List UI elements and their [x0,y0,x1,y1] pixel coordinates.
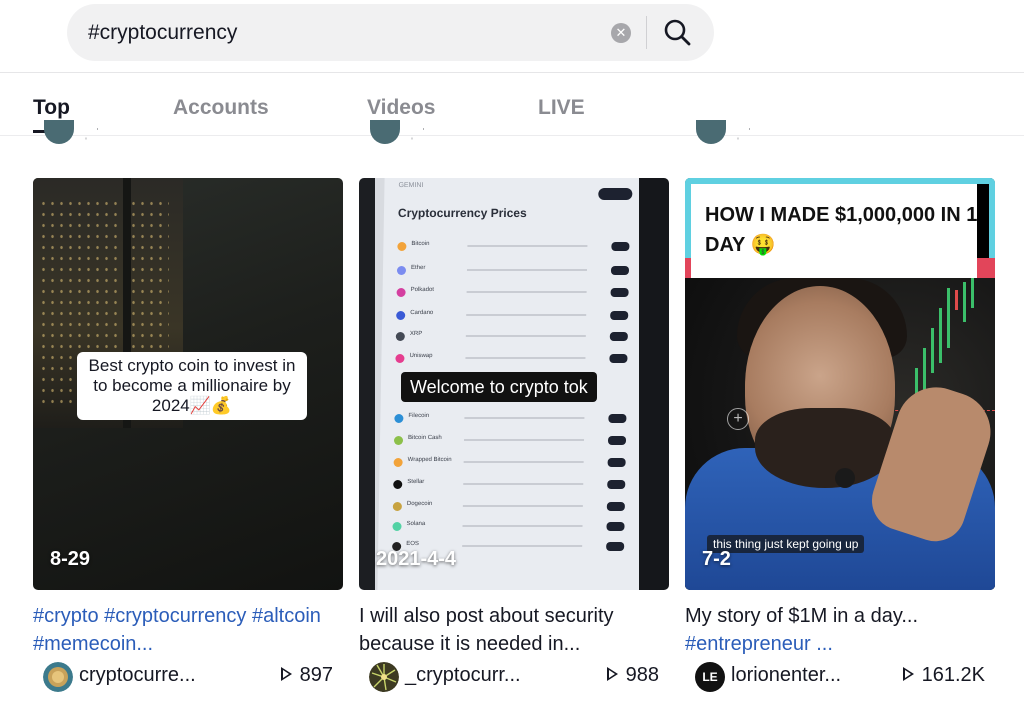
avatar: LE [695,662,725,692]
author-name[interactable]: cryptocurre... [79,664,196,687]
video-date: 8-29 [50,548,91,570]
overlay-caption: Best crypto coin to invest in to become … [77,352,307,420]
search-button[interactable] [661,16,695,50]
video-date: 2021-4-4 [376,548,457,570]
plus-circle-icon: + [727,408,749,430]
magnifier-icon [664,19,691,46]
play-icon [902,667,914,681]
play-icon [606,667,618,681]
hashtag-links[interactable]: #crypto #cryptocurrency #altcoin #memeco… [33,605,321,655]
peek-row-fragment: ˌ ˈ [84,126,102,140]
view-count: 988 [606,664,659,687]
search-divider [646,16,647,49]
author-name[interactable]: lorionenter... [731,664,841,687]
overlay-caption: Welcome to crypto tok [401,372,597,402]
search-bar: ✕ [67,4,714,61]
view-count-value: 988 [625,664,659,686]
peek-row-fragment: ˌ ˈ [736,126,754,140]
view-count: 161.2K [902,664,985,687]
video-thumbnail[interactable]: GEMINI Cryptocurrency Prices Bitcoin Eth… [359,178,669,590]
video-description[interactable]: My story of $1M in a day... #entrepreneu… [685,602,995,658]
video-thumbnail[interactable]: + HOW I MADE $1,000,000 IN 1 DAY 🤑 this … [685,178,995,590]
author-row[interactable]: _cryptocurr... 988 [359,662,669,692]
view-count: 897 [280,664,333,687]
view-count-value: 161.2K [921,664,985,686]
view-count-value: 897 [299,664,333,686]
description-text: My story of $1M in a day... [685,605,919,627]
tab-accounts[interactable]: Accounts [173,86,269,130]
peek-row-fragment: ˌ ˈ [410,126,428,140]
screen-title: Cryptocurrency Prices [397,206,527,220]
tabs-divider [0,135,1024,136]
video-thumbnail[interactable]: Best crypto coin to invest in to become … [33,178,343,590]
author-row[interactable]: LE lorionenter... 161.2K [685,662,995,692]
avatar [370,120,400,144]
video-headline: HOW I MADE $1,000,000 IN 1 DAY 🤑 [705,204,978,256]
video-description[interactable]: #crypto #cryptocurrency #altcoin #memeco… [33,602,343,658]
author-name[interactable]: _cryptocurr... [405,664,521,687]
video-description[interactable]: I will also post about security because … [359,602,669,658]
clear-x-icon[interactable]: ✕ [611,23,631,43]
avatar [44,120,74,144]
author-row[interactable]: cryptocurre... 897 [33,662,343,692]
play-icon [280,667,292,681]
tab-bar: Top Accounts Videos LIVE [0,86,1024,133]
video-date: 7-2 [702,548,731,570]
tab-live[interactable]: LIVE [538,86,585,130]
header-divider [0,72,1024,73]
avatar [696,120,726,144]
screen-brand: GEMINI [398,182,424,189]
hashtag-links[interactable]: #entrepreneur ... [685,633,833,655]
microphone [835,468,855,488]
avatar-initials: LE [702,670,718,684]
avatar [43,662,73,692]
avatar [369,662,399,692]
search-input[interactable] [88,4,588,61]
